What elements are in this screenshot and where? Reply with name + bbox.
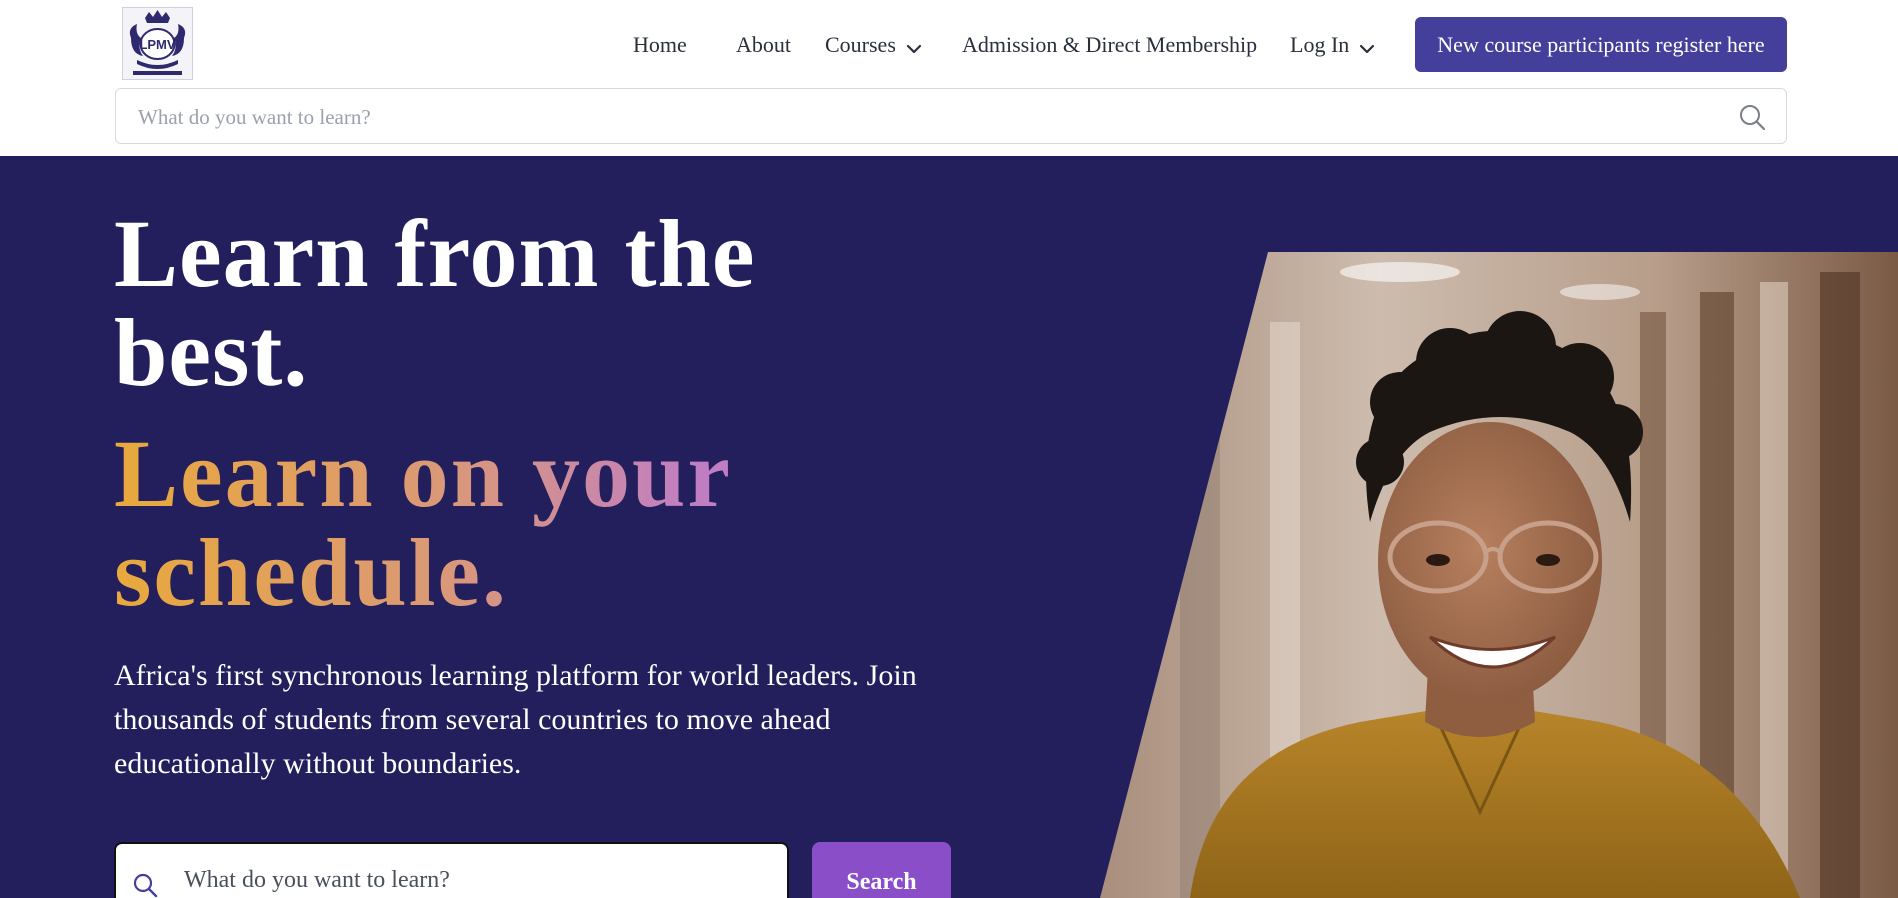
hero-headline: Learn from the best. bbox=[114, 200, 756, 406]
hero-photo bbox=[1100, 252, 1898, 898]
nav-home-link[interactable]: Home bbox=[633, 30, 687, 60]
search-button[interactable]: Search bbox=[812, 842, 951, 898]
logo-text: LPMV bbox=[139, 37, 175, 52]
nav-login-dropdown[interactable]: Log In bbox=[1290, 30, 1375, 60]
logo-crest-icon: LPMV bbox=[123, 8, 192, 79]
site-header: LPMV Home About Courses Admission & Dire… bbox=[0, 0, 1898, 156]
register-button[interactable]: New course participants register here bbox=[1415, 17, 1787, 72]
nav-admission-link[interactable]: Admission & Direct Membership bbox=[962, 30, 1257, 60]
nav-courses-label: Courses bbox=[825, 32, 896, 57]
hero-section: Learn from the best. Learn on your sched… bbox=[0, 156, 1898, 898]
nav-courses-dropdown[interactable]: Courses bbox=[825, 30, 922, 60]
search-icon bbox=[132, 872, 158, 898]
header-search-input[interactable] bbox=[136, 89, 1700, 145]
hero-description: Africa's first synchronous learning plat… bbox=[114, 659, 917, 780]
chevron-down-icon bbox=[906, 32, 922, 62]
search-icon[interactable] bbox=[1738, 103, 1766, 136]
nav-login-label: Log In bbox=[1290, 32, 1350, 57]
hero-subheadline: Learn on your schedule. bbox=[114, 424, 874, 622]
site-logo[interactable]: LPMV bbox=[122, 7, 193, 80]
hero-search-input[interactable] bbox=[182, 852, 776, 898]
hero-search-bar bbox=[114, 842, 789, 898]
header-search-bar bbox=[115, 88, 1787, 145]
nav-about-link[interactable]: About bbox=[736, 30, 791, 60]
chevron-down-icon bbox=[1359, 32, 1375, 62]
